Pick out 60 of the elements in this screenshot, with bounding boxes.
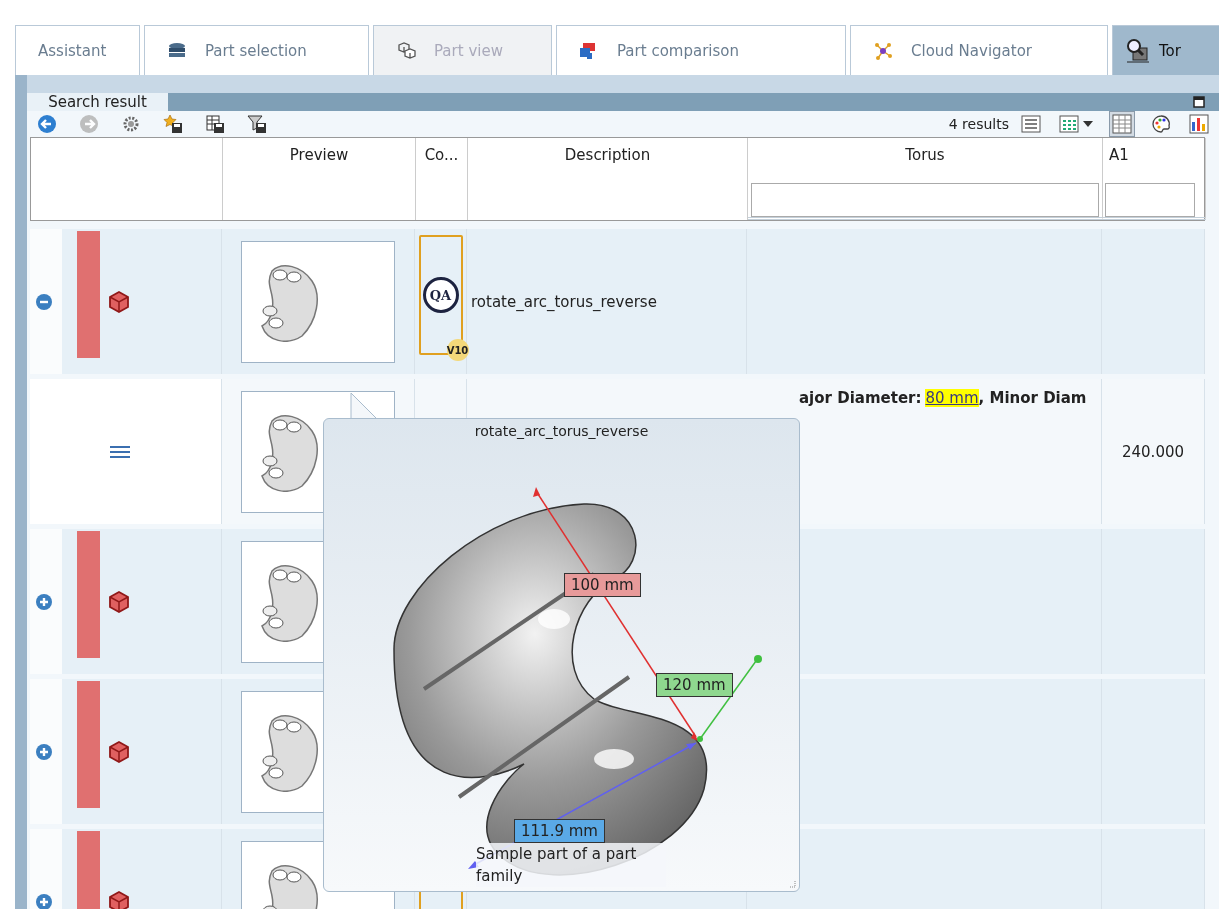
cube-icon <box>107 889 131 909</box>
bar-chart-icon <box>1189 114 1209 134</box>
back-icon <box>37 114 57 134</box>
dimension-label: 111.9 mm <box>514 819 605 843</box>
tab[interactable]: Part selection <box>144 25 369 75</box>
tab[interactable]: Cloud Navigator <box>850 25 1108 75</box>
tooltip-title: rotate_arc_torus_reverse <box>473 423 650 439</box>
value-link[interactable]: 80 mm <box>925 389 979 407</box>
column-title: A1 <box>1109 146 1129 164</box>
caret-icon <box>1083 121 1093 127</box>
column-title: Description <box>564 146 651 164</box>
collapse-icon[interactable] <box>35 292 53 311</box>
filter-field[interactable] <box>751 183 1099 217</box>
list-view-button[interactable] <box>1019 112 1043 136</box>
certification-logo: QA <box>422 277 459 313</box>
expand-icon[interactable] <box>35 742 53 761</box>
tab[interactable]: Assistant <box>15 25 140 75</box>
column-title: Torus <box>905 146 945 164</box>
grid-view-icon <box>1059 114 1079 134</box>
star-save-button[interactable] <box>161 112 185 136</box>
filter-save-icon <box>247 114 267 134</box>
parameter-text: , Minor Diam <box>978 389 1087 407</box>
filter-save-button[interactable] <box>245 112 269 136</box>
cube-icon <box>107 289 131 314</box>
cubes-icon <box>396 40 416 61</box>
parameter-text: ajor Diameter: <box>799 389 922 407</box>
bar-chart-button[interactable] <box>1187 112 1211 136</box>
cube-icon <box>107 589 131 614</box>
table-view-button[interactable] <box>1109 111 1135 137</box>
column-title: Preview <box>289 146 349 164</box>
filter-field[interactable] <box>1105 183 1195 217</box>
palette-icon <box>1151 114 1171 134</box>
tab[interactable]: Tor <box>1112 25 1219 75</box>
back-button[interactable] <box>35 112 59 136</box>
network-icon <box>873 40 893 61</box>
star-save-icon <box>163 114 183 134</box>
expand-icon[interactable] <box>35 592 53 611</box>
column-title: Co... <box>424 146 459 164</box>
palette-button[interactable] <box>1149 112 1173 136</box>
expand-icon[interactable] <box>35 892 53 909</box>
list-view-icon <box>1021 114 1041 134</box>
grid-view-button[interactable] <box>1057 112 1095 136</box>
magnifier-icon <box>1125 37 1151 64</box>
maximize-icon[interactable] <box>1193 96 1205 108</box>
search-result-tab[interactable]: Search result <box>27 93 168 111</box>
a1-value: 240.000 <box>1122 442 1184 461</box>
forward-icon <box>79 114 99 134</box>
tab[interactable]: Part comparison <box>556 25 846 75</box>
dimension-label: 100 mm <box>564 573 641 597</box>
lines-icon <box>110 444 130 459</box>
table-save-button[interactable] <box>203 112 227 136</box>
result-count: 4 results <box>948 116 1009 132</box>
gear-icon <box>121 114 141 134</box>
dimension-label: 120 mm <box>656 673 733 697</box>
table-view-icon <box>1112 114 1132 134</box>
cube-icon <box>107 739 131 764</box>
description-text: rotate_arc_torus_reverse <box>470 292 657 311</box>
table-save-icon <box>205 114 225 134</box>
resize-grip-icon[interactable] <box>788 880 796 888</box>
version-badge: V10 <box>446 339 469 361</box>
